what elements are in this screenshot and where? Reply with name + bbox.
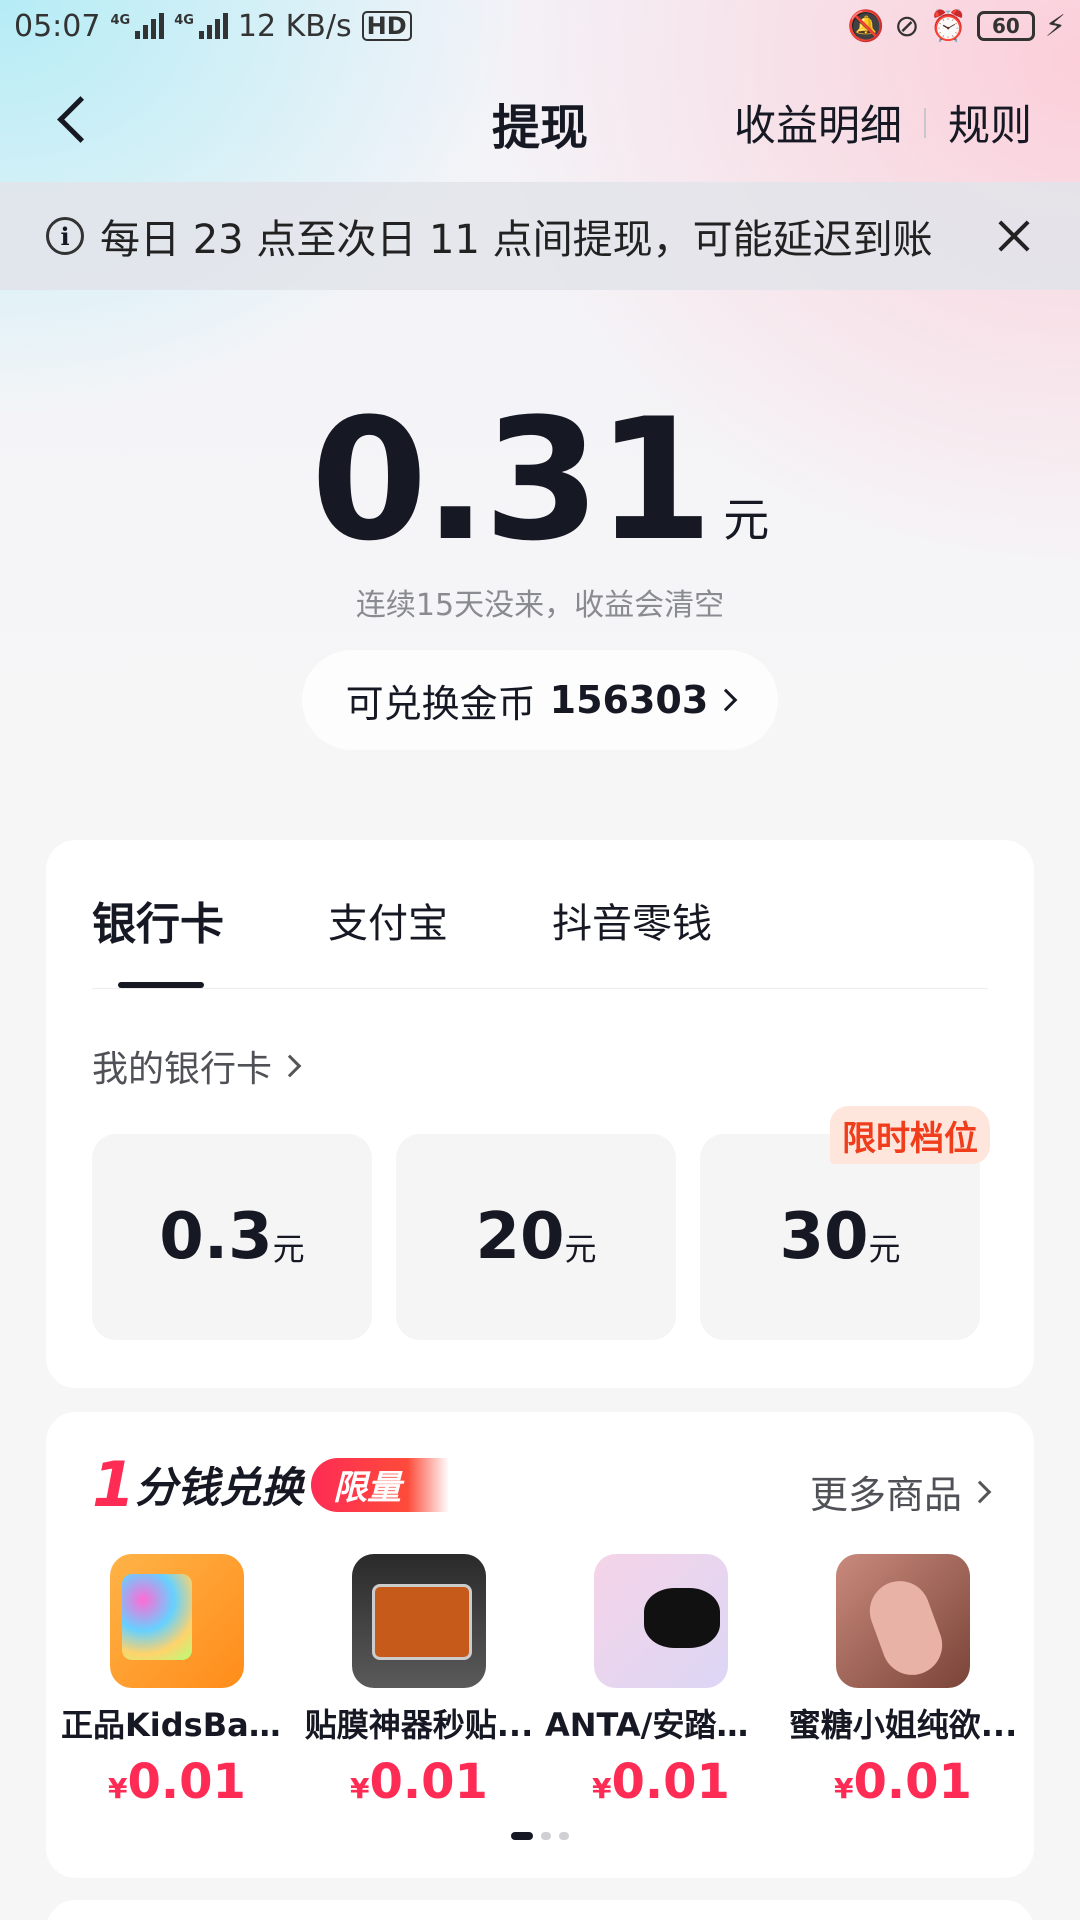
product-item[interactable]: 贴膜神器秒贴... ¥ 0.01	[298, 1554, 540, 1810]
amount-option[interactable]: 20 元	[396, 1134, 676, 1340]
rules-link[interactable]: 规则	[948, 92, 1032, 153]
network-speed: 12 KB/s	[237, 8, 352, 44]
page-indicator	[46, 1832, 1034, 1840]
amount-option[interactable]: 0.3 元	[92, 1134, 372, 1340]
hd-voice-icon: HD	[361, 11, 412, 41]
page-dot	[559, 1832, 569, 1840]
balance-unit: 元	[723, 493, 770, 547]
product-image	[110, 1554, 244, 1688]
chevron-right-icon	[968, 1480, 992, 1503]
chevron-right-icon	[715, 688, 738, 712]
amount-unit: 元	[272, 1230, 305, 1268]
alarm-icon: ⏰	[929, 8, 967, 44]
product-price: ¥ 0.01	[834, 1754, 972, 1810]
product-item[interactable]: ANTA/安踏运... ¥ 0.01	[540, 1554, 782, 1810]
network-type-label: 4G	[110, 13, 131, 28]
product-item[interactable]: 蜜糖小姐纯欲... ¥ 0.01	[782, 1554, 1024, 1810]
tabs-divider	[92, 988, 988, 989]
amount-value: 0.3	[159, 1200, 273, 1274]
status-bar: 05:07 4G 4G 12 KB/s HD 🔕 ⊘ ⏰ 60 ⚡	[0, 0, 1080, 52]
status-time: 05:07	[14, 8, 101, 44]
product-image	[836, 1554, 970, 1688]
price-value: 0.01	[611, 1754, 730, 1810]
product-price: ¥ 0.01	[350, 1754, 488, 1810]
coin-label: 可兑换金币	[345, 681, 536, 726]
product-item[interactable]: 正品KidsBan... ¥ 0.01	[56, 1554, 298, 1810]
product-image	[352, 1554, 486, 1688]
more-products-label: 更多商品	[809, 1473, 962, 1517]
price-value: 0.01	[853, 1754, 972, 1810]
exchange-title-text: 分钱兑换	[135, 1463, 304, 1512]
currency-symbol: ¥	[592, 1772, 612, 1805]
product-list: 正品KidsBan... ¥ 0.01 贴膜神器秒贴... ¥ 0.01 ANT…	[56, 1554, 1024, 1810]
notice-text: 每日 23 点至次日 11 点间提现，可能延迟到账	[100, 217, 933, 263]
top-nav: 提现 收益明细 规则	[0, 60, 1080, 176]
price-value: 0.01	[127, 1754, 246, 1810]
earnings-detail-link[interactable]: 收益明细	[734, 92, 902, 153]
amount-value: 20	[475, 1200, 565, 1274]
amount-value: 30	[779, 1200, 869, 1274]
amount-unit: 元	[868, 1230, 901, 1268]
withdraw-tabs: 银行卡 支付宝 抖音零钱	[92, 888, 816, 952]
status-left: 05:07 4G 4G 12 KB/s HD	[14, 9, 412, 44]
next-card-peek	[46, 1900, 1034, 1920]
signal-icon-2: 4G	[174, 13, 228, 39]
page-dot	[541, 1832, 551, 1840]
tab-douyin-wallet[interactable]: 抖音零钱	[552, 891, 712, 949]
limited-tier-badge: 限时档位	[830, 1106, 990, 1164]
exchange-title-number: 1	[92, 1447, 136, 1521]
balance-section: 0.31 元 连续15天没来，收益会清空	[0, 382, 1080, 624]
product-price: ¥ 0.01	[592, 1754, 730, 1810]
product-price: ¥ 0.01	[108, 1754, 246, 1810]
lock-rotation-icon: ⊘	[894, 8, 920, 44]
tab-alipay[interactable]: 支付宝	[328, 891, 448, 949]
currency-symbol: ¥	[108, 1772, 128, 1805]
limited-badge: 限量	[311, 1457, 450, 1512]
close-icon[interactable]	[994, 216, 1034, 256]
info-icon: i	[46, 217, 84, 255]
exchange-card: 1 分钱兑换 限量 更多商品 正品KidsBan... ¥ 0.01 贴膜神器秒…	[46, 1412, 1034, 1878]
amount-option[interactable]: 30 元 限时档位	[700, 1106, 990, 1340]
price-value: 0.01	[369, 1754, 488, 1810]
status-right: 🔕 ⊘ ⏰ 60 ⚡	[847, 9, 1066, 44]
signal-icon: 4G	[110, 13, 165, 39]
my-bank-card-link[interactable]: 我的银行卡	[92, 1040, 302, 1092]
coin-exchange-button[interactable]: 可兑换金币 156303	[302, 650, 778, 750]
amount-options: 0.3 元 20 元 30 元 限时档位	[92, 1106, 990, 1340]
my-bank-card-label: 我的银行卡	[92, 1049, 273, 1090]
network-type-label-2: 4G	[174, 13, 194, 28]
coin-value: 156303	[549, 678, 709, 722]
nav-divider	[923, 107, 926, 138]
product-name: 蜜糖小姐纯欲...	[788, 1706, 1018, 1744]
exchange-title: 1 分钱兑换 限量	[92, 1447, 450, 1521]
tab-bank-card[interactable]: 银行卡	[92, 888, 224, 952]
nav-actions: 收益明细 规则	[734, 92, 1032, 153]
notice-banner: i 每日 23 点至次日 11 点间提现，可能延迟到账	[0, 182, 1080, 290]
product-name: 正品KidsBan...	[61, 1706, 293, 1744]
more-products-link[interactable]: 更多商品	[809, 1464, 992, 1519]
balance-amount: 0.31	[310, 382, 714, 578]
balance-display: 0.31 元	[310, 382, 770, 578]
product-name: ANTA/安踏运...	[545, 1706, 777, 1744]
product-image	[594, 1554, 728, 1688]
balance-hint: 连续15天没来，收益会清空	[355, 588, 725, 623]
mute-bell-icon: 🔕	[847, 8, 885, 44]
charging-icon: ⚡	[1044, 8, 1066, 44]
page-dot	[511, 1832, 533, 1840]
currency-symbol: ¥	[834, 1772, 854, 1805]
battery-icon: 60	[976, 11, 1035, 41]
withdraw-card: 银行卡 支付宝 抖音零钱 我的银行卡 0.3 元 20 元 30 元 限时档位	[46, 840, 1034, 1388]
currency-symbol: ¥	[350, 1772, 370, 1805]
amount-unit: 元	[564, 1230, 597, 1268]
product-name: 贴膜神器秒贴...	[304, 1706, 534, 1744]
chevron-right-icon	[278, 1054, 302, 1078]
